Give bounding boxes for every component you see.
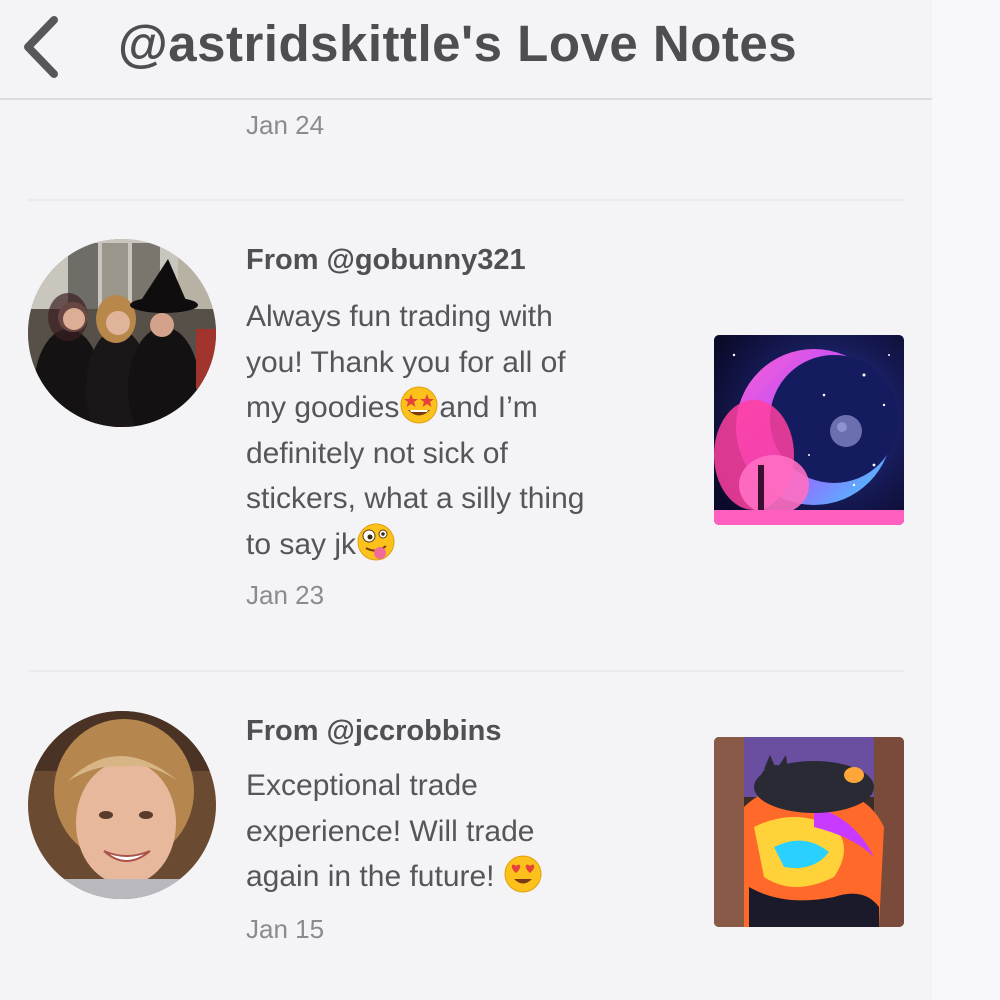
- note-date: Jan 23: [246, 580, 325, 610]
- zany-face-emoji: [357, 523, 395, 560]
- message-segment: my goodies: [246, 391, 400, 424]
- message-line: my goodies and I’m: [246, 385, 676, 431]
- message-line: again in the future!: [246, 854, 676, 900]
- right-margin: [932, 0, 1000, 1000]
- note-message: Exceptional trade experience! Will trade…: [246, 763, 676, 900]
- sender-avatar-jccrobbins[interactable]: [28, 711, 216, 899]
- love-notes-screen: @astridskittle's Love Notes Jan 24 From …: [0, 0, 1000, 1000]
- note-photo[interactable]: [714, 737, 904, 927]
- header-bar: @astridskittle's Love Notes: [0, 0, 932, 100]
- message-line: stickers, what a silly thing: [246, 482, 585, 515]
- moon-artwork-photo[interactable]: [714, 335, 904, 525]
- note-sender[interactable]: From @gobunny321: [246, 244, 526, 277]
- note-date: Jan 15: [246, 914, 325, 944]
- message-line: you! Thank you for all of: [246, 345, 566, 379]
- back-button[interactable]: [16, 12, 68, 82]
- note-divider: [28, 199, 904, 201]
- note-message: Always fun trading with you! Thank you f…: [246, 294, 676, 567]
- heart-eyes-emoji: [504, 855, 542, 893]
- note-divider: [28, 670, 904, 672]
- message-segment: again in the future!: [246, 860, 495, 893]
- sender-avatar-gobunny321[interactable]: [28, 239, 216, 427]
- message-line: Always fun trading with: [246, 300, 553, 333]
- message-line: Exceptional trade: [246, 769, 478, 802]
- message-segment: to say jk: [246, 527, 357, 561]
- page-title: @astridskittle's Love Notes: [118, 15, 798, 72]
- message-segment: and I’m: [439, 391, 538, 424]
- chevron-left-icon[interactable]: [16, 12, 68, 82]
- three-women-costume-avatar[interactable]: [28, 239, 216, 427]
- star-struck-emoji: [400, 386, 438, 424]
- note-sender[interactable]: From @jccrobbins: [246, 715, 501, 748]
- message-line: to say jk: [246, 522, 676, 568]
- note-date: Jan 24: [246, 110, 325, 140]
- message-line: experience! Will trade: [246, 814, 535, 848]
- smiling-woman-avatar[interactable]: [28, 711, 216, 899]
- cat-on-tie-dye-photo[interactable]: [714, 737, 904, 927]
- message-line: definitely not sick of: [246, 436, 508, 470]
- note-photo[interactable]: [714, 335, 904, 525]
